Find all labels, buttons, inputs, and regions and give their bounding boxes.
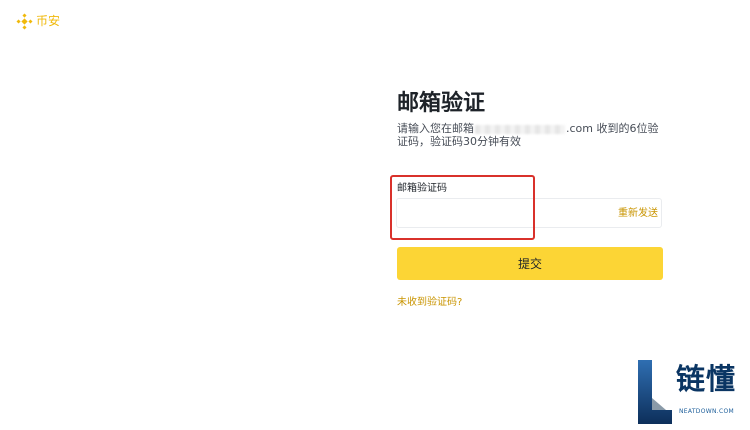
no-code-received-link[interactable]: 未收到验证码? bbox=[397, 297, 462, 309]
brand-name: 币安 bbox=[36, 14, 61, 28]
description-prefix: 请输入您在邮箱 bbox=[397, 122, 474, 135]
resend-code-link[interactable]: 重新发送 bbox=[618, 208, 658, 220]
code-field-label: 邮箱验证码 bbox=[397, 183, 447, 194]
watermark: 链懂 NEATDOWN.COM bbox=[636, 358, 748, 426]
submit-button[interactable]: 提交 bbox=[397, 247, 663, 280]
page-title: 邮箱验证 bbox=[397, 91, 486, 116]
watermark-l-icon bbox=[638, 360, 672, 424]
email-code-input[interactable]: 重新发送 bbox=[396, 198, 662, 228]
watermark-subtext: NEATDOWN.COM bbox=[679, 408, 734, 415]
masked-email bbox=[475, 124, 565, 134]
binance-diamond-icon bbox=[16, 13, 33, 30]
brand-logo[interactable]: 币安 bbox=[16, 13, 60, 30]
watermark-text: 链懂 bbox=[676, 362, 737, 396]
verify-description: 请输入您在邮箱 .com 收到的6位验证码，验证码30分钟有效 bbox=[397, 122, 665, 148]
